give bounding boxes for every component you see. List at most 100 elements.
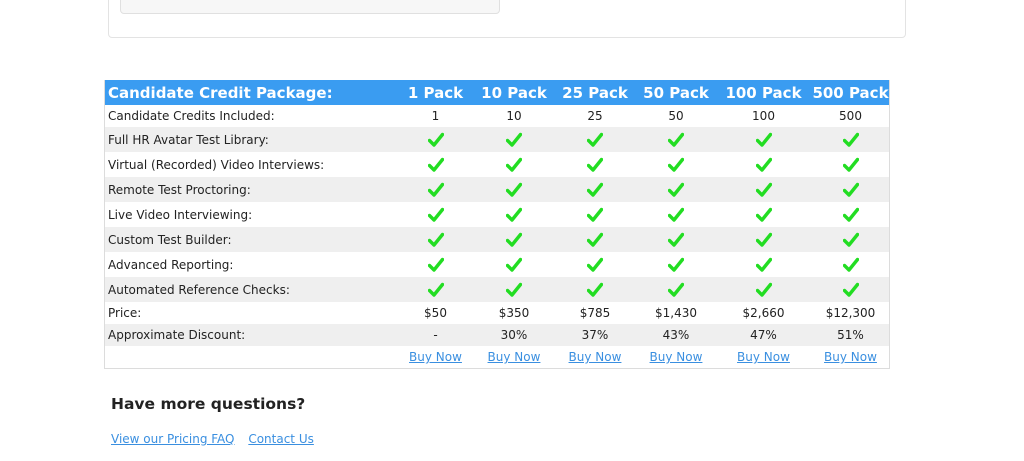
pack-header: 100 Pack bbox=[725, 83, 802, 102]
feature-included-cell bbox=[475, 277, 553, 302]
discount-value: 30% bbox=[500, 328, 528, 342]
pricing-table-container: Candidate Credit Package: 1 Pack 10 Pack… bbox=[104, 80, 890, 369]
check-icon bbox=[427, 132, 444, 147]
feature-included-cell bbox=[715, 252, 812, 277]
feature-included-cell bbox=[396, 152, 475, 177]
buy-now-link[interactable]: Buy Now bbox=[569, 350, 622, 364]
footer-links: View our Pricing FAQ Contact Us bbox=[111, 432, 324, 446]
previous-section-inner-box bbox=[120, 0, 500, 14]
check-icon bbox=[506, 207, 522, 222]
feature-included-cell bbox=[553, 252, 637, 277]
feature-row: Custom Test Builder: bbox=[105, 227, 889, 252]
check-icon bbox=[755, 257, 772, 272]
buy-now-link[interactable]: Buy Now bbox=[737, 350, 790, 364]
feature-included-cell bbox=[553, 127, 637, 152]
feature-included-cell bbox=[637, 202, 715, 227]
check-icon bbox=[587, 207, 603, 222]
credits-value: 50 bbox=[668, 109, 684, 123]
feature-row: Automated Reference Checks: bbox=[105, 277, 889, 302]
discount-value: 43% bbox=[662, 328, 690, 342]
check-icon bbox=[427, 232, 444, 247]
check-icon bbox=[427, 257, 444, 272]
buy-now-link[interactable]: Buy Now bbox=[488, 350, 541, 364]
pricing-table: Candidate Credit Package: 1 Pack 10 Pack… bbox=[105, 80, 889, 368]
feature-included-cell bbox=[812, 127, 889, 152]
feature-included-cell bbox=[637, 127, 715, 152]
credits-value: 100 bbox=[752, 109, 775, 123]
feature-included-cell bbox=[553, 277, 637, 302]
credits-value: 10 bbox=[506, 109, 522, 123]
discount-value: 47% bbox=[750, 328, 777, 342]
check-icon bbox=[842, 282, 859, 297]
feature-row: Advanced Reporting: bbox=[105, 252, 889, 277]
feature-included-cell bbox=[637, 252, 715, 277]
feature-included-cell bbox=[715, 152, 812, 177]
row-label: Price: bbox=[108, 306, 142, 320]
check-icon bbox=[755, 207, 772, 222]
buy-row: Buy Now Buy Now Buy Now Buy Now Buy Now … bbox=[105, 346, 889, 368]
feature-included-cell bbox=[637, 227, 715, 252]
check-icon bbox=[668, 207, 684, 222]
row-label: Automated Reference Checks: bbox=[108, 282, 290, 297]
credits-value: 500 bbox=[839, 109, 862, 123]
feature-included-cell bbox=[396, 202, 475, 227]
row-label: Approximate Discount: bbox=[108, 328, 246, 342]
buy-now-link[interactable]: Buy Now bbox=[409, 350, 462, 364]
check-icon bbox=[755, 232, 772, 247]
pack-header: 1 Pack bbox=[407, 83, 464, 102]
feature-included-cell bbox=[396, 177, 475, 202]
feature-included-cell bbox=[396, 277, 475, 302]
feature-included-cell bbox=[396, 127, 475, 152]
feature-included-cell bbox=[396, 252, 475, 277]
discount-value: 37% bbox=[581, 328, 609, 342]
check-icon bbox=[668, 257, 684, 272]
check-icon bbox=[587, 182, 603, 197]
feature-row: Virtual (Recorded) Video Interviews: bbox=[105, 152, 889, 177]
check-icon bbox=[668, 282, 684, 297]
buy-now-link[interactable]: Buy Now bbox=[824, 350, 877, 364]
feature-included-cell bbox=[812, 177, 889, 202]
check-icon bbox=[668, 232, 684, 247]
discount-value: - bbox=[433, 328, 438, 342]
pricing-faq-link[interactable]: View our Pricing FAQ bbox=[111, 432, 235, 446]
feature-included-cell bbox=[553, 152, 637, 177]
feature-included-cell bbox=[812, 202, 889, 227]
check-icon bbox=[506, 157, 522, 172]
feature-included-cell bbox=[553, 202, 637, 227]
feature-included-cell bbox=[812, 252, 889, 277]
check-icon bbox=[506, 132, 522, 147]
check-icon bbox=[842, 232, 859, 247]
pricing-header-row: Candidate Credit Package: 1 Pack 10 Pack… bbox=[105, 80, 889, 105]
check-icon bbox=[842, 182, 859, 197]
check-icon bbox=[587, 232, 603, 247]
discount-row: Approximate Discount: - 30% 37% 43% 47% … bbox=[105, 324, 889, 346]
feature-included-cell bbox=[715, 277, 812, 302]
price-value: $12,300 bbox=[825, 306, 876, 320]
feature-included-cell bbox=[715, 227, 812, 252]
contact-us-link[interactable]: Contact Us bbox=[248, 432, 314, 446]
row-label: Full HR Avatar Test Library: bbox=[108, 132, 269, 147]
feature-included-cell bbox=[812, 227, 889, 252]
discount-value: 51% bbox=[837, 328, 864, 342]
feature-included-cell bbox=[637, 177, 715, 202]
pack-header: 500 Pack bbox=[812, 83, 889, 102]
check-icon bbox=[587, 282, 603, 297]
buy-now-link[interactable]: Buy Now bbox=[650, 350, 703, 364]
feature-row: Live Video Interviewing: bbox=[105, 202, 889, 227]
feature-included-cell bbox=[475, 202, 553, 227]
price-value: $1,430 bbox=[655, 306, 697, 320]
check-icon bbox=[506, 257, 522, 272]
feature-included-cell bbox=[715, 127, 812, 152]
check-icon bbox=[506, 182, 522, 197]
feature-included-cell bbox=[553, 177, 637, 202]
feature-included-cell bbox=[812, 277, 889, 302]
check-icon bbox=[427, 182, 444, 197]
feature-included-cell bbox=[475, 127, 553, 152]
row-label: Custom Test Builder: bbox=[108, 232, 232, 247]
row-label: Candidate Credits Included: bbox=[108, 109, 275, 123]
check-icon bbox=[755, 132, 772, 147]
feature-included-cell bbox=[812, 152, 889, 177]
questions-heading: Have more questions? bbox=[111, 395, 306, 413]
feature-included-cell bbox=[553, 227, 637, 252]
price-value: $50 bbox=[424, 306, 447, 320]
